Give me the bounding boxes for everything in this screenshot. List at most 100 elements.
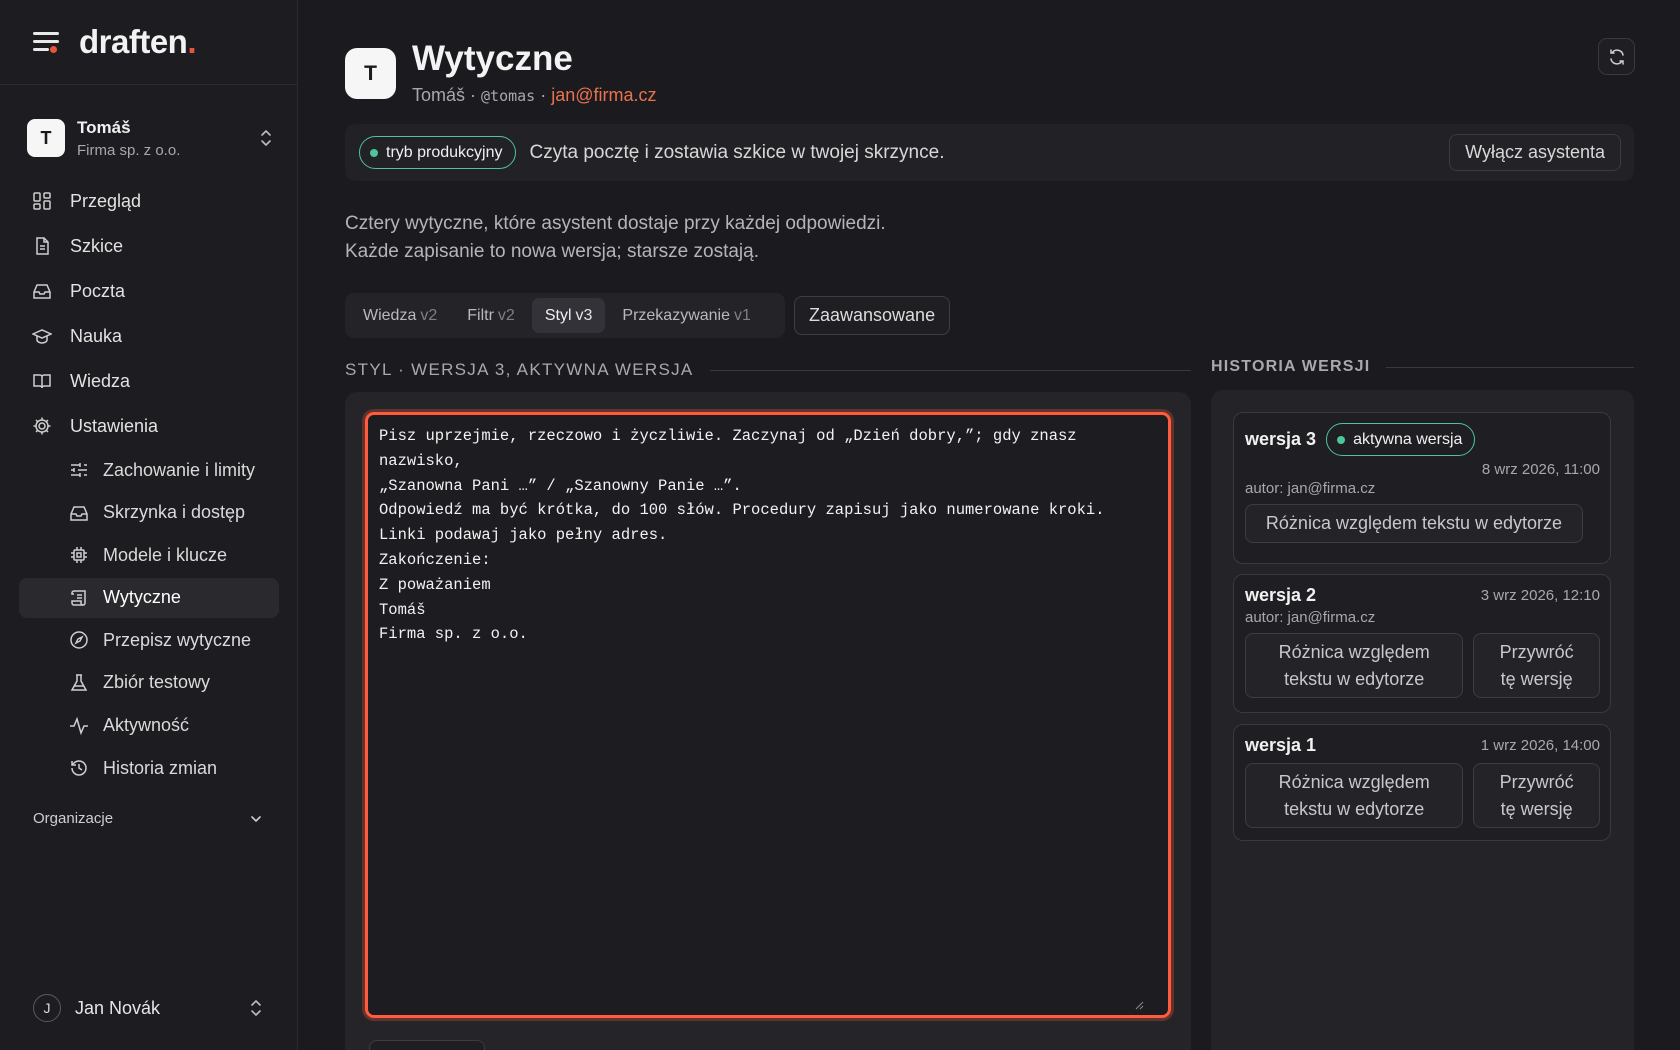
sidebar-item-historia[interactable]: Historia zmian (19, 748, 279, 788)
button-label: tę wersję (1500, 668, 1573, 689)
save-button[interactable] (369, 1040, 485, 1050)
chevron-down-icon (251, 815, 261, 822)
tab-filtr[interactable]: Filtr v2 (454, 298, 528, 333)
header-email-link[interactable]: jan@firma.cz (551, 85, 656, 105)
diff-button[interactable]: Różnica względem tekstu w edytorze (1245, 633, 1464, 698)
separator: · (535, 85, 552, 105)
sidebar-item-skrzynka[interactable]: Skrzynka i dostęp (19, 493, 279, 533)
active-version-badge: aktywna wersja (1326, 423, 1476, 456)
version-card-1: wersja 1 1 wrz 2026, 14:00 Różnica wzglę… (1233, 724, 1611, 841)
page-avatar: T (345, 48, 396, 99)
sidebar-item-szkice[interactable]: Szkice (19, 225, 279, 267)
editor-section-title: STYL · WERSJA 3, AKTYWNA WERSJA (345, 360, 1191, 380)
sidebar-item-wytyczne[interactable]: Wytyczne (19, 577, 279, 618)
tab-label: Przekazywanie (622, 306, 731, 324)
sidebar-item-label: Skrzynka i dostęp (103, 502, 246, 523)
sidebar: draften. T Tomáš Firma sp. z o.o. Przegl… (0, 0, 298, 1050)
version-date: 1 wrz 2026, 14:00 (1480, 737, 1600, 754)
sidebar-item-aktywnosc[interactable]: Aktywność (19, 706, 279, 746)
disable-assistant-button[interactable]: Wyłącz asystenta (1449, 134, 1621, 171)
tab-wiedza[interactable]: Wiedza v2 (350, 298, 450, 333)
button-label: Różnica względem (1278, 771, 1430, 792)
scroll-icon (71, 590, 86, 606)
organizations-toggle[interactable]: Organizacje (33, 810, 263, 827)
status-badge: tryb produkcyjny (359, 136, 516, 169)
diff-button[interactable]: Różnica względem tekstu w edytorze (1245, 763, 1464, 828)
sidebar-item-przepisz[interactable]: Przepisz wytyczne (19, 620, 279, 660)
sidebar-item-wiedza[interactable]: Wiedza (19, 360, 279, 402)
sidebar-nav: Przegląd Szkice Poczta Nauka Wiedza Usta… (19, 180, 279, 791)
version-name: wersja 1 (1245, 735, 1317, 755)
tab-label: Styl (544, 306, 572, 324)
version-history: wersja 3 aktywna wersja 8 wrz 2026, 11:0… (1211, 390, 1634, 1050)
sidebar-item-poczta[interactable]: Poczta (19, 270, 279, 312)
version-date: 8 wrz 2026, 11:00 (1481, 461, 1600, 478)
sidebar-item-label: Szkice (70, 235, 124, 256)
sidebar-item-modele[interactable]: Modele i klucze (19, 535, 279, 575)
sidebar-item-label: Historia zmian (103, 757, 218, 778)
gear-icon (33, 417, 51, 435)
guideline-editor[interactable]: Pisz uprzejmie, rzeczowo i życzliwie. Za… (365, 412, 1171, 1018)
page-subtitle: Tomáš · @tomas · jan@firma.cz (412, 85, 657, 106)
guideline-tabs: Wiedza v2 Filtr v2 Styl v3 Przekazywanie v1 (345, 293, 785, 338)
tab-przekazywanie[interactable]: Przekazywanie v1 (609, 298, 764, 333)
menu-icon[interactable] (33, 31, 59, 53)
sidebar-item-label: Zbiór testowy (103, 672, 211, 693)
sliders-icon (71, 463, 87, 477)
sidebar-item-label: Wiedza (70, 370, 131, 391)
flask-icon (70, 674, 88, 691)
tab-version: v2 (497, 306, 515, 324)
restore-version-button[interactable]: Przywróć tę wersję (1473, 633, 1600, 698)
sidebar-item-label: Poczta (70, 280, 126, 301)
user-menu[interactable]: J Jan Novák (33, 994, 263, 1022)
chevrons-up-down-icon (251, 1000, 261, 1016)
button-label: tekstu w edytorze (1284, 668, 1425, 689)
tab-styl[interactable]: Styl v3 (531, 298, 606, 333)
sidebar-item-przeglad[interactable]: Przegląd (19, 180, 279, 222)
sidebar-item-label: Wytyczne (103, 587, 181, 608)
status-badge-label: tryb produkcyjny (386, 143, 503, 161)
refresh-button[interactable] (1598, 38, 1635, 75)
status-text: Czyta pocztę i zostawia szkice w twojej … (529, 141, 945, 163)
header-name: Tomáš (412, 85, 466, 105)
tab-version: v2 (420, 306, 438, 324)
history-section-title: HISTORIA WERSJI (1211, 358, 1634, 376)
account-switcher[interactable]: T Tomáš Firma sp. z o.o. (27, 117, 273, 159)
version-author: autor: jan@firma.cz (1245, 480, 1376, 497)
version-date: 3 wrz 2026, 12:10 (1480, 587, 1600, 604)
resize-grip-icon[interactable] (1134, 1000, 1144, 1010)
sidebar-item-label: Aktywność (103, 715, 190, 736)
button-label: tekstu w edytorze (1284, 798, 1425, 819)
separator: · (465, 85, 482, 105)
advanced-button[interactable]: Zaawansowane (794, 296, 951, 335)
sidebar-item-zbior[interactable]: Zbiór testowy (19, 663, 279, 703)
sidebar-item-nauka[interactable]: Nauka (19, 315, 279, 357)
version-author: autor: jan@firma.cz (1245, 609, 1376, 626)
button-label: Różnica względem (1278, 641, 1430, 662)
book-icon (33, 374, 51, 389)
compass-icon (70, 631, 88, 650)
intro-line: Każde zapisanie to nowa wersja; starsze … (345, 241, 759, 262)
version-name: wersja 3 (1245, 429, 1317, 449)
divider (1386, 366, 1634, 368)
tab-label: Filtr (467, 306, 494, 324)
cpu-icon (71, 547, 87, 564)
account-name: Tomáš (77, 117, 131, 137)
grid-icon (33, 192, 51, 210)
refresh-icon (1609, 48, 1624, 65)
sidebar-item-zachowanie[interactable]: Zachowanie i limity (19, 450, 279, 490)
sidebar-item-ustawienia[interactable]: Ustawienia (19, 405, 279, 447)
tab-version: v3 (575, 306, 593, 324)
page-title: Wytyczne (412, 39, 573, 78)
account-company: Firma sp. z o.o. (77, 141, 181, 159)
diff-button[interactable]: Różnica względem tekstu w edytorze (1245, 504, 1583, 543)
history-title-text: HISTORIA WERSJI (1211, 358, 1371, 375)
organizations-label: Organizacje (33, 810, 114, 827)
sidebar-item-label: Przepisz wytyczne (103, 629, 252, 650)
avatar: J (33, 994, 61, 1022)
restore-version-button[interactable]: Przywróć tę wersję (1473, 763, 1600, 828)
badge-label: aktywna wersja (1353, 430, 1463, 448)
intro-text: Cztery wytyczne, które asystent dostaje … (345, 210, 886, 266)
tab-label: Wiedza (363, 306, 417, 324)
version-card-3: wersja 3 aktywna wersja 8 wrz 2026, 11:0… (1233, 412, 1611, 564)
